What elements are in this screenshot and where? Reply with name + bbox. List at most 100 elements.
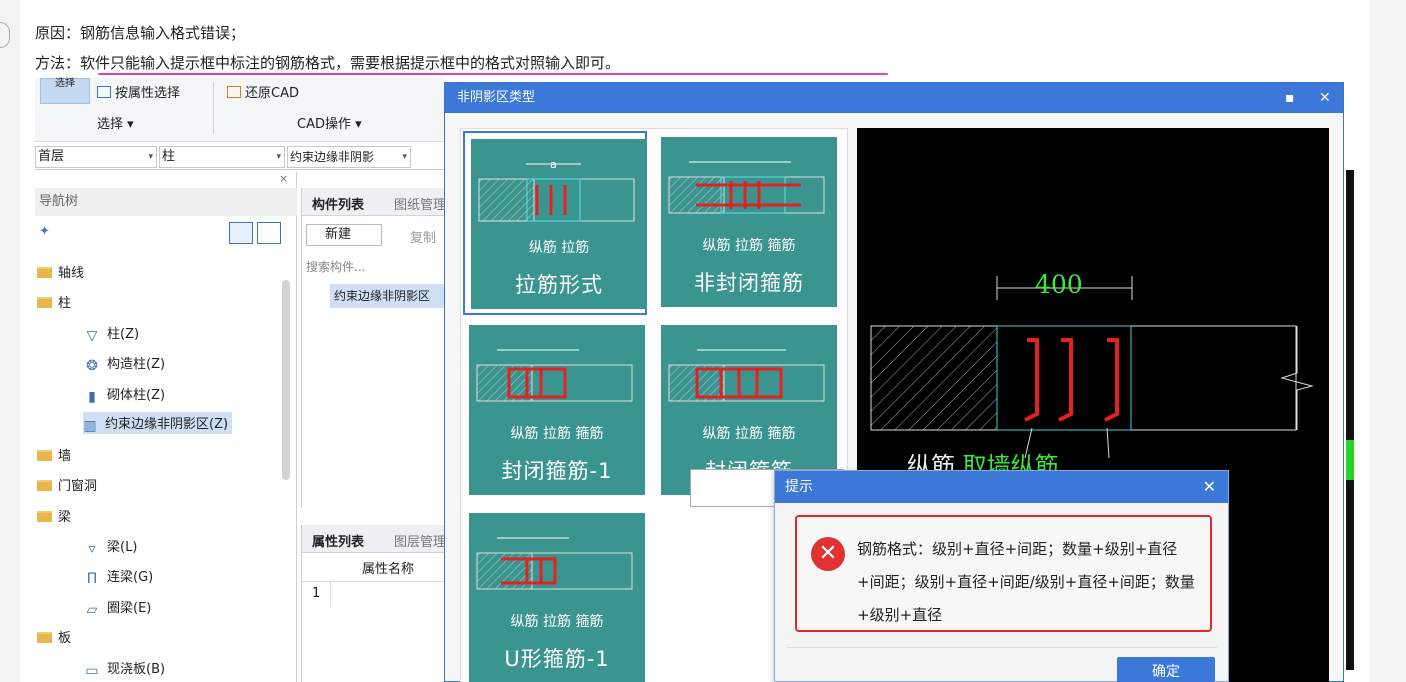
method-label: 方法：: [35, 54, 81, 72]
tree-label: 梁: [58, 510, 72, 525]
sparkle-icon[interactable]: ✦: [39, 224, 50, 239]
ribbon: 选择 按属性选择 还原CAD 选择 ▾ CAD操作 ▾: [35, 78, 445, 142]
property-panel: 属性列表 图层管理 属性名称 1: [301, 525, 446, 682]
tile-sub-label: 纵筋 拉筋: [528, 240, 590, 256]
component-select[interactable]: 约束边缘非阴影 ▾: [287, 146, 411, 168]
dim-label: a: [550, 158, 557, 171]
tile-open-stirrup[interactable]: 纵筋 拉筋 箍筋 非封闭箍筋: [655, 131, 839, 315]
tree-label: 柱: [58, 296, 72, 311]
tab-component-list[interactable]: 构件列表: [312, 194, 364, 213]
tree-item-axis[interactable]: 轴线: [37, 262, 84, 281]
tree-item-masonry-column[interactable]: ▮ 砌体柱(Z): [85, 384, 165, 404]
search-input[interactable]: 搜索构件...: [306, 258, 365, 275]
divider: [330, 581, 331, 607]
tree-item-column-z[interactable]: ▽ 柱(Z): [85, 323, 139, 343]
coupling-beam-icon: Π: [86, 571, 98, 587]
cad-group-menu[interactable]: CAD操作 ▾: [297, 113, 362, 132]
close-icon[interactable]: ✕: [1203, 471, 1216, 503]
tree-item-door-window[interactable]: 门窗洞: [37, 475, 97, 494]
nav-scrollbar[interactable]: [282, 280, 290, 480]
masonry-column-icon: ▮: [88, 389, 96, 405]
tile-tie-bar[interactable]: a 纵筋 拉筋 拉筋形式: [463, 131, 647, 315]
component-value: 约束边缘非阴影: [290, 150, 375, 164]
list-view-icon[interactable]: [229, 222, 253, 244]
tile-sub-label: 纵筋 拉筋 箍筋: [702, 238, 796, 254]
tile-closed-stirrup-1[interactable]: 纵筋 拉筋 箍筋 封闭箍筋-1: [463, 319, 647, 503]
tree-item-wall[interactable]: 墙: [37, 445, 71, 464]
tab-property-list[interactable]: 属性列表: [312, 531, 364, 550]
new-label: 新建: [325, 227, 352, 242]
tree-label: 现浇板(B): [107, 662, 166, 677]
tile-label: U形箍筋-1: [504, 647, 610, 671]
tree-item-edge-non-shadow[interactable]: ▥ 约束边缘非阴影区(Z): [83, 412, 233, 434]
chevron-down-icon: ▾: [402, 152, 407, 162]
row-number: 1: [312, 586, 321, 601]
tree-item-column[interactable]: 柱: [37, 292, 71, 311]
hint-titlebar: 提示 ✕: [775, 471, 1228, 503]
method-line: 方法：软件只能输入提示框中标注的钢筋格式，需要根据提示框中的格式对照输入即可。: [35, 52, 620, 73]
folder-icon: [37, 267, 52, 278]
tile-label: 非封闭箍筋: [694, 271, 804, 295]
folder-icon: [37, 632, 52, 643]
ok-button[interactable]: 确定: [1117, 657, 1215, 682]
ribbon-separator: [213, 82, 214, 134]
column-icon: ▽: [86, 328, 98, 344]
maximize-icon[interactable]: ▪: [1285, 83, 1295, 113]
folder-icon: [37, 511, 52, 522]
tile-sub-label: 纵筋 拉筋 箍筋: [510, 426, 604, 442]
tree-item-coupling-beam[interactable]: Π 连梁(G): [85, 566, 153, 586]
hint-message: 钢筋格式：级别+直径+间距；数量+级别+直径+间距；级别+直径+间距/级别+直径…: [857, 540, 1195, 624]
tile-open-stirrup-image: 纵筋 拉筋 箍筋 非封闭箍筋: [661, 137, 837, 307]
restore-cad-label: 还原CAD: [245, 86, 299, 101]
reason-line: 原因：钢筋信息输入格式错误；: [35, 24, 246, 42]
folder-icon: [37, 450, 52, 461]
cad-canvas-edge: [1346, 170, 1354, 670]
grid-view-icon[interactable]: [257, 222, 281, 244]
tab-drawing-manage[interactable]: 图纸管理: [394, 194, 446, 213]
tree-label: 砌体柱(Z): [107, 388, 166, 403]
tree-label: 构造柱(Z): [107, 357, 166, 372]
nav-tree-panel: × 导航树 ✦ 轴线 柱 ▽ 柱(Z) ❂ 构造柱(Z) ▮ 砌体柱(Z) ▥ 约束边缘…: [35, 172, 297, 682]
tile-u-stirrup-1[interactable]: 纵筋 拉筋 箍筋 U形箍筋-1: [463, 507, 647, 682]
tree-item-beam[interactable]: 梁: [37, 506, 71, 525]
floor-value: 首层: [38, 149, 65, 164]
tree-item-structural-column[interactable]: ❂ 构造柱(Z): [85, 353, 165, 373]
type-value: 柱: [162, 149, 176, 164]
error-icon: ✕: [811, 537, 845, 571]
list-item[interactable]: 约束边缘非阴影区: [330, 284, 446, 308]
divider: [787, 647, 1217, 648]
attr-select-label: 按属性选择: [115, 86, 181, 101]
copy-button[interactable]: 复制: [410, 227, 436, 246]
tree-label: 墙: [58, 449, 72, 464]
tree-label: 柱(Z): [107, 327, 140, 342]
tree-item-slab[interactable]: 板: [37, 627, 71, 646]
close-icon[interactable]: ×: [279, 172, 288, 185]
tree-label: 连梁(G): [107, 570, 154, 585]
list-icon: [97, 86, 111, 98]
tree-item-ring-beam[interactable]: ▱ 圈梁(E): [85, 597, 152, 617]
component-list-panel: 构件列表 图纸管理 新建 复制 搜索构件... 约束边缘非阴影区: [301, 188, 446, 508]
type-select[interactable]: 柱 ▾: [159, 146, 285, 168]
chevron-down-icon: ▾: [276, 152, 281, 162]
method-text: 软件只能输入提示框中标注的钢筋格式，需要根据提示框中的格式对照输入即可。: [80, 54, 621, 72]
highlight-underline: [98, 73, 888, 75]
tree-item-cast-slab[interactable]: ▭ 现浇板(B): [85, 658, 165, 678]
floor-select[interactable]: 首层 ▾: [35, 146, 157, 168]
tree-label: 轴线: [58, 266, 85, 281]
chevron-down-icon: ▾: [148, 152, 153, 162]
close-icon[interactable]: ✕: [1319, 83, 1331, 113]
tree-label: 梁(L): [107, 540, 138, 555]
new-button[interactable]: 新建: [306, 224, 382, 246]
nav-tree-title: 导航树: [35, 188, 297, 216]
restore-icon: [227, 86, 241, 98]
folder-icon: [37, 297, 52, 308]
tree-item-beam-l[interactable]: ▿ 梁(L): [85, 536, 137, 556]
select-group-menu[interactable]: 选择 ▾: [97, 113, 134, 132]
tree-label: 门窗洞: [58, 479, 98, 494]
select-big-button[interactable]: 选择: [40, 78, 90, 104]
canvas-green-mark: [1346, 440, 1354, 480]
edge-zone-icon: ▥: [83, 418, 97, 434]
attr-select-button[interactable]: 按属性选择: [97, 82, 180, 101]
restore-cad-button[interactable]: 还原CAD: [227, 82, 299, 101]
tab-layer-manage[interactable]: 图层管理: [394, 531, 446, 550]
